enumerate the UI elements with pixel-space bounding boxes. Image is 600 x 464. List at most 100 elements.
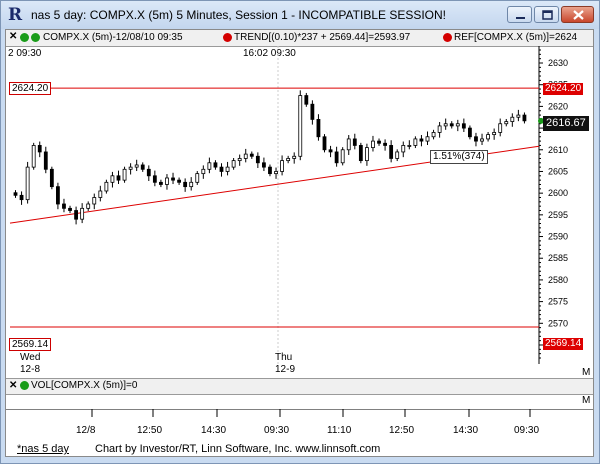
app-logo-icon[interactable]: R [8, 5, 26, 25]
candle-body [280, 160, 284, 172]
candle-body [346, 138, 351, 151]
candle-body [310, 103, 315, 120]
candle-body [86, 203, 91, 209]
application-window: R nas 5 day: COMPX.X (5m) 5 Minutes, Ses… [0, 0, 600, 464]
status-dot-icon [20, 33, 29, 42]
x-tick-label: 14:30 [201, 425, 227, 436]
candle-body [425, 136, 430, 142]
candle-body [195, 173, 200, 183]
candle-body [62, 203, 66, 209]
candle-body [395, 151, 400, 159]
candle-body [104, 181, 109, 192]
y-tick-label: 2590 [548, 232, 568, 242]
x-tick-label: 11:10 [327, 425, 352, 436]
minimize-button[interactable] [507, 6, 532, 23]
close-button[interactable] [561, 6, 594, 23]
ref-lower-left-label: 2569.14 [9, 338, 52, 351]
y-tick-label: 2575 [548, 297, 568, 307]
candle-body [25, 166, 30, 201]
y-tick-label: 2595 [548, 210, 568, 220]
candle-body [377, 140, 381, 144]
candle-body [19, 194, 24, 201]
candle-body [219, 166, 224, 172]
candle-body [249, 153, 254, 157]
candle-body [486, 134, 490, 140]
candle-body [480, 138, 484, 142]
last-price-label: 2616.67 [543, 116, 589, 131]
candle-body [358, 145, 363, 162]
status-dot-icon [31, 33, 40, 42]
candle-body [177, 179, 181, 183]
ref-label[interactable]: REF[COMPX.X (5m)]=2624 [454, 32, 577, 43]
candle-body [449, 123, 454, 127]
day-label-wed: Wed 12-8 [20, 352, 40, 376]
candle-body [183, 181, 188, 188]
volume-panel-marker[interactable]: M [582, 395, 590, 406]
y-tick-label: 2605 [548, 166, 568, 176]
chart-tab[interactable]: *nas 5 day [17, 443, 69, 455]
candle-body [189, 181, 194, 188]
candle-body [468, 127, 472, 138]
candle-body [165, 177, 169, 185]
candle-body [128, 166, 133, 170]
candle-body [213, 162, 218, 168]
candle-body [171, 177, 175, 181]
candle-body [389, 145, 394, 159]
candle-body [516, 114, 521, 118]
y-tick-label: 2580 [548, 275, 568, 285]
trend-label[interactable]: TREND[(0.10)*237 + 2569.44]=2593.97 [234, 32, 410, 43]
title-bar[interactable]: R nas 5 day: COMPX.X (5m) 5 Minutes, Ses… [1, 1, 599, 29]
volume-label[interactable]: VOL[COMPX.X (5m)]=0 [31, 380, 137, 391]
price-chart[interactable]: 2630262526202615261026052600259525902585… [6, 46, 593, 364]
volume-dot-icon [20, 381, 29, 390]
candle-body [298, 95, 303, 157]
y-tick-label: 2585 [548, 253, 568, 263]
candle-body [504, 121, 509, 125]
candle-body [437, 125, 442, 133]
chart-header: ✕ COMPX.X (5m)-12/08/10 09:35 TREND[(0.1… [6, 30, 593, 47]
candle-body [140, 164, 145, 170]
candle-body [286, 158, 291, 162]
volume-header: ✕ VOL[COMPX.X (5m)]=0 [6, 378, 593, 395]
candle-body [522, 114, 527, 122]
maximize-button[interactable] [534, 6, 559, 23]
candle-body [31, 145, 36, 168]
candle-body [68, 207, 72, 211]
candle-body [461, 123, 466, 129]
candle-body [92, 197, 97, 205]
day-label-thu: Thu 12-9 [275, 352, 295, 376]
trend-dot-icon [223, 33, 232, 42]
candle-body [255, 155, 260, 164]
chart-panel-marker[interactable]: M [582, 367, 590, 378]
ref-upper-right-label: 2624.20 [543, 83, 584, 95]
candle-body [49, 168, 54, 188]
credit-text: Chart by Investor/RT, Linn Software, Inc… [95, 443, 381, 455]
candle-body [243, 153, 248, 159]
candle-body [98, 190, 103, 198]
candle-body [262, 162, 266, 168]
symbol-label[interactable]: COMPX.X (5m)-12/08/10 09:35 [43, 32, 183, 43]
candle-body [152, 175, 157, 183]
candle-body [56, 186, 60, 205]
candle-body [146, 168, 151, 177]
x-axis-ticks [6, 409, 593, 417]
candle-body [328, 149, 333, 153]
day-dow: Thu [275, 352, 293, 363]
x-tick-label: 12:50 [389, 425, 415, 436]
header-x-icon[interactable]: ✕ [9, 31, 17, 42]
candle-body [510, 116, 515, 122]
candle-body [274, 171, 278, 175]
candle-body [231, 160, 236, 168]
window-title: nas 5 day: COMPX.X (5m) 5 Minutes, Sessi… [31, 8, 447, 22]
candle-body [334, 151, 339, 164]
candle-body [413, 138, 418, 146]
y-tick-label: 2600 [548, 188, 568, 198]
x-tick-label: 14:30 [453, 425, 479, 436]
candle-body [365, 147, 369, 162]
candle-body [159, 181, 163, 185]
candle-body [304, 95, 309, 105]
candle-body [80, 207, 85, 220]
volume-x-icon[interactable]: ✕ [9, 380, 17, 391]
x-tick-label: 12:50 [137, 425, 163, 436]
candle-body [292, 155, 297, 159]
